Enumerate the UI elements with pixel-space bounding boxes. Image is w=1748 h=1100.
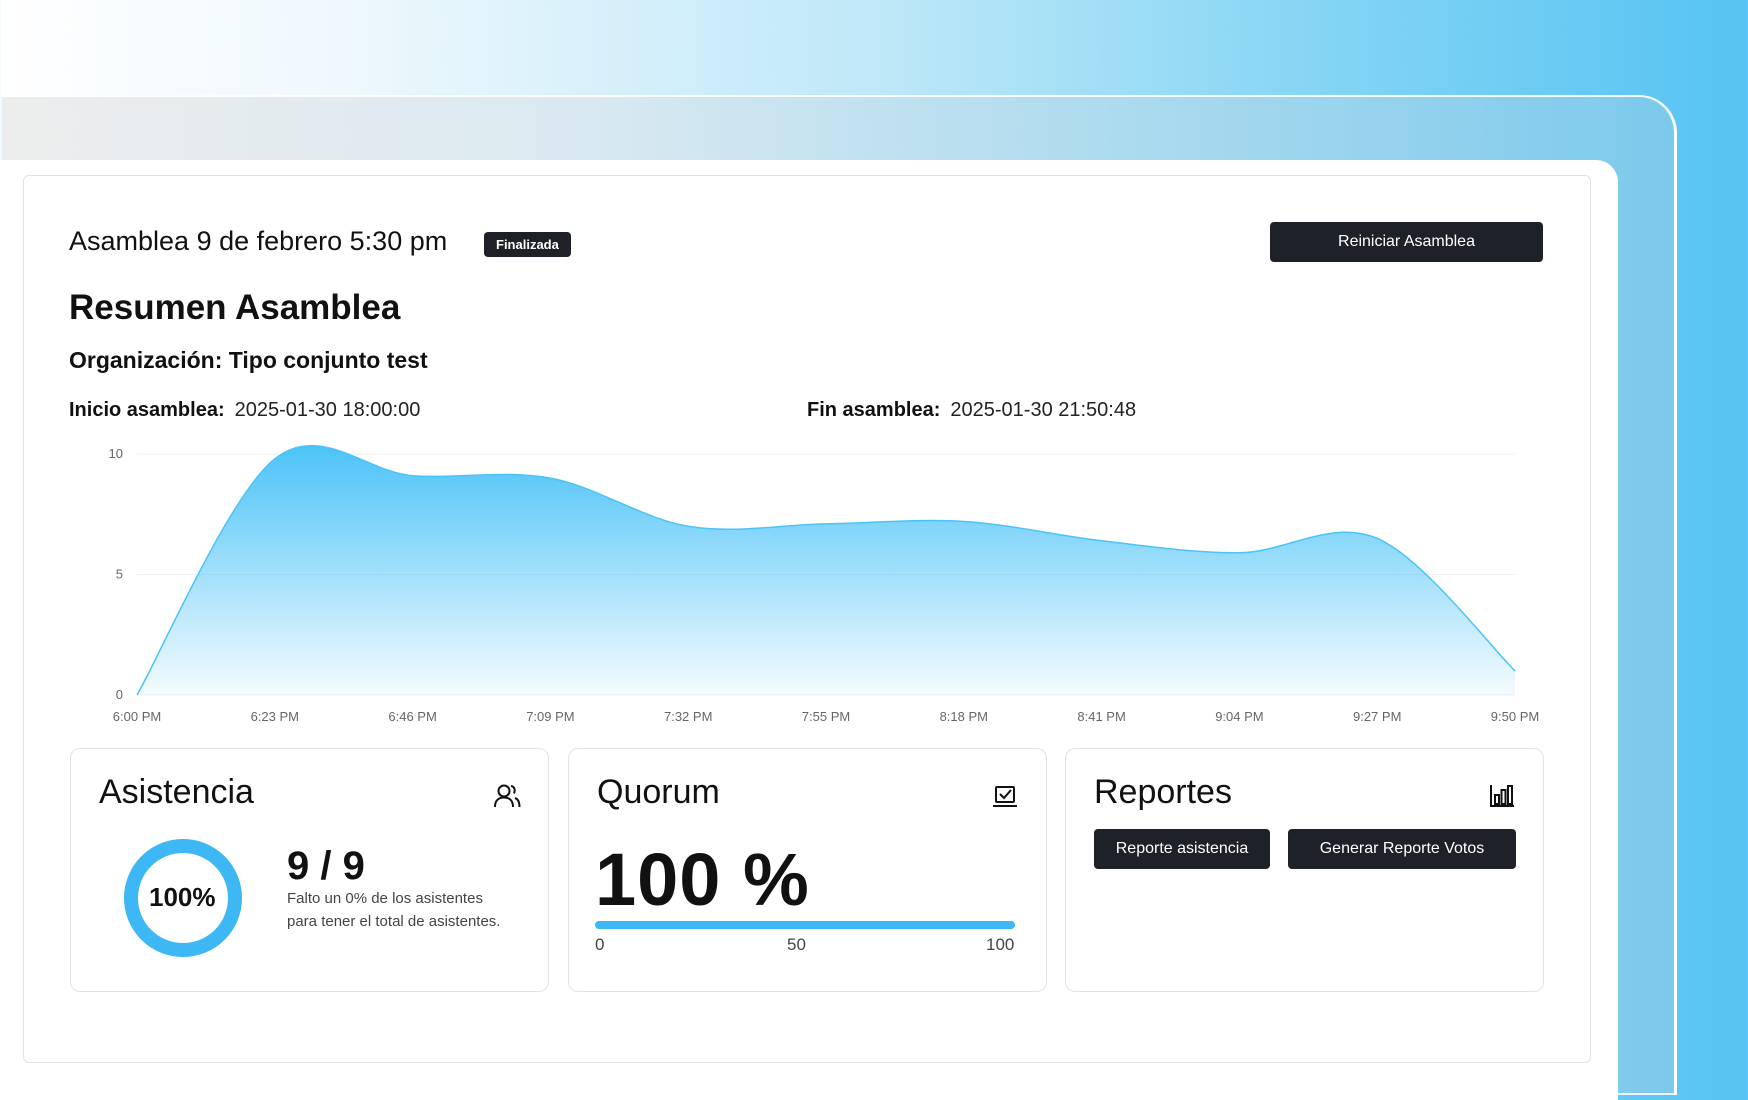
reports-panel: Reportes Reporte asistencia Generar Repo… <box>1065 748 1544 992</box>
attendance-title: Asistencia <box>99 773 254 811</box>
start-value: 2025-01-30 18:00:00 <box>234 399 421 421</box>
x-tick-label: 9:50 PM <box>1491 709 1539 724</box>
summary-title: Resumen Asamblea <box>69 288 401 327</box>
attendance-report-button[interactable]: Reporte asistencia <box>1094 829 1270 869</box>
x-tick-label: 6:00 PM <box>113 709 161 724</box>
x-tick-label: 6:46 PM <box>388 709 436 724</box>
status-badge: Finalizada <box>484 232 571 257</box>
y-tick-label: 5 <box>116 567 123 582</box>
y-tick-label: 0 <box>116 687 123 702</box>
x-tick-label: 9:27 PM <box>1353 709 1401 724</box>
attendance-area-chart: 0 5 10 6:00 PM 6:23 PM 6:46 PM 7:09 PM 7:32 PM 7… <box>109 444 1539 724</box>
votes-report-button[interactable]: Generar Reporte Votos <box>1288 829 1516 869</box>
quorum-tick-min: 0 <box>595 935 605 954</box>
quorum-tick-mid: 50 <box>787 935 806 954</box>
start-label: Inicio asamblea: <box>69 399 225 421</box>
x-tick-label: 7:09 PM <box>526 709 574 724</box>
quorum-value: 100 % <box>595 838 810 921</box>
bar-chart-icon <box>1490 785 1514 807</box>
quorum-tick-max: 100 <box>986 935 1015 954</box>
attendance-percent: 100% <box>149 882 216 912</box>
assembly-end: Fin asamblea: 2025-01-30 21:50:48 <box>807 399 1136 422</box>
y-tick-label: 10 <box>109 446 123 461</box>
assembly-title: Asamblea 9 de febrero 5:30 pm <box>69 226 448 256</box>
end-value: 2025-01-30 21:50:48 <box>950 399 1137 421</box>
quorum-title: Quorum <box>597 773 720 811</box>
quorum-panel: Quorum 100 % 0 50 100 <box>568 748 1047 992</box>
reports-title: Reportes <box>1094 773 1232 811</box>
end-label: Fin asamblea: <box>807 399 941 421</box>
quorum-progress-bar <box>595 921 1015 929</box>
attendance-panel: Asistencia 100% 9 / 9 Falto un 0% de los… <box>70 748 549 992</box>
organization-label: Organización: Tipo conjunto test <box>69 347 428 373</box>
attendance-count: 9 / 9 <box>287 844 365 888</box>
x-tick-label: 6:23 PM <box>251 709 299 724</box>
quorum-progress-fill <box>595 921 1015 929</box>
x-tick-label: 9:04 PM <box>1215 709 1263 724</box>
x-tick-label: 8:41 PM <box>1077 709 1125 724</box>
x-tick-label: 8:18 PM <box>940 709 988 724</box>
x-tick-label: 7:32 PM <box>664 709 712 724</box>
users-icon <box>494 784 521 808</box>
assembly-start: Inicio asamblea: 2025-01-30 18:00:00 <box>69 399 420 422</box>
series-area <box>137 445 1515 695</box>
attendance-note: Falto un 0% de los asistentes para tener… <box>287 890 501 930</box>
restart-assembly-button[interactable]: Reiniciar Asamblea <box>1270 222 1543 262</box>
x-tick-label: 7:55 PM <box>802 709 850 724</box>
checklist-icon <box>993 786 1017 807</box>
